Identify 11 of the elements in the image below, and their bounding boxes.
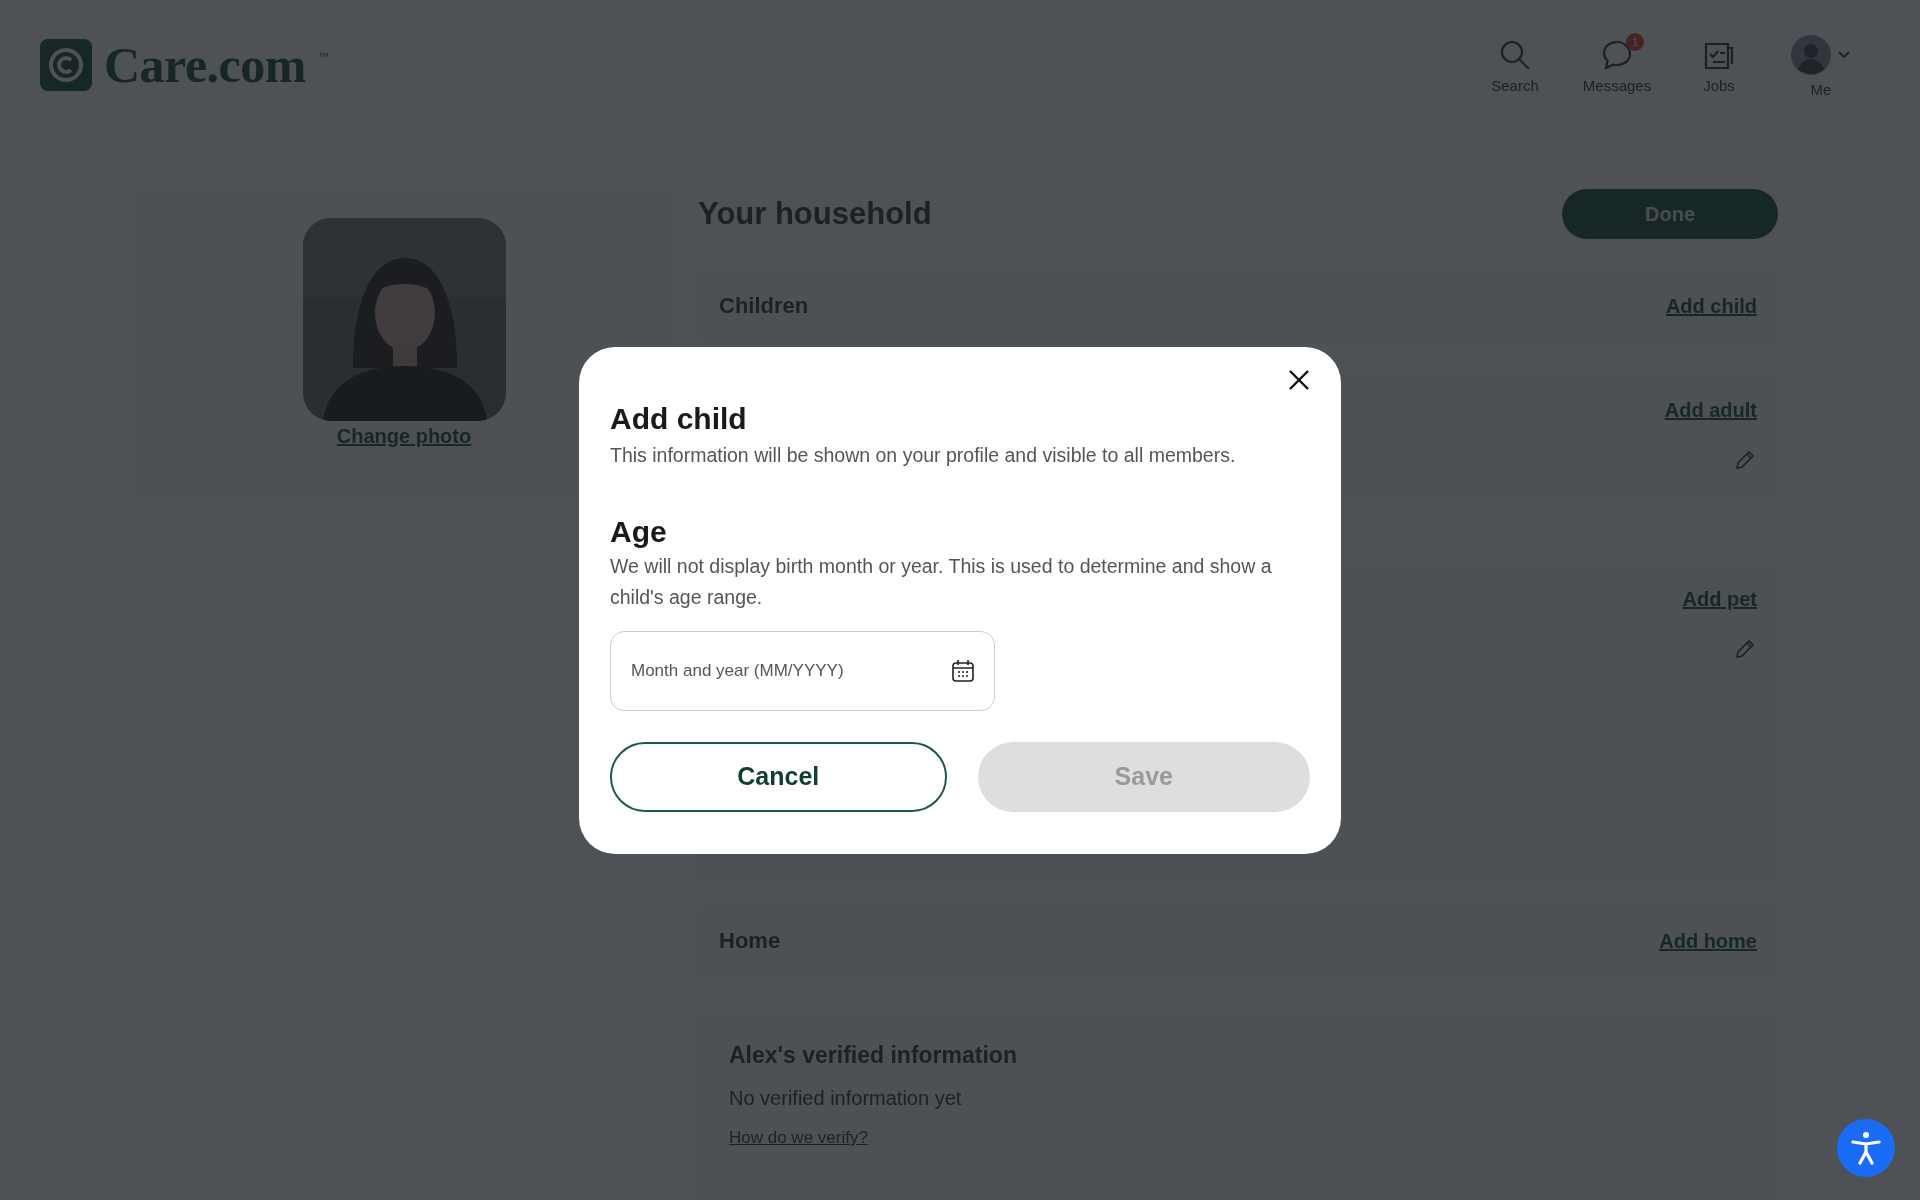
accessibility-button[interactable] — [1837, 1119, 1895, 1177]
secondary-button[interactable]: Cancel — [610, 741, 947, 812]
date-input-field[interactable]: Month and year (MM/YYYY) — [610, 630, 995, 711]
calendar-icon[interactable] — [951, 658, 975, 683]
close-icon — [1288, 368, 1310, 391]
age-description: We will not display birth month or year. This is used to determine and show a child's age range. — [610, 553, 1273, 610]
dialog-description: This information will be shown on your profile and visible to all members. — [610, 442, 1237, 468]
age-heading: Age — [610, 514, 668, 549]
accessibility-icon — [1850, 1131, 1882, 1165]
dialog-title: Add child — [610, 401, 748, 436]
trademark-mark: ™ — [317, 50, 329, 62]
